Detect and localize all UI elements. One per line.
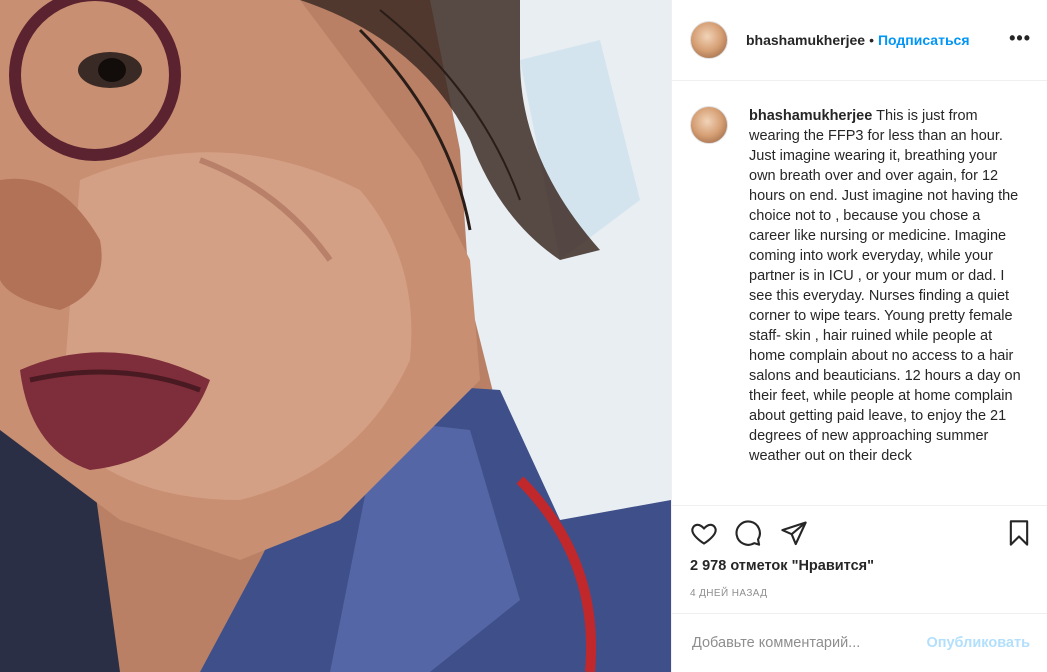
post-header: bhashamukherjee • Подписаться ••• (672, 0, 1047, 81)
follow-button[interactable]: Подписаться (878, 32, 970, 48)
photo-illustration (0, 0, 671, 672)
post-photo[interactable] (0, 0, 671, 672)
caption-text-block: bhashamukherjee This is just from wearin… (749, 96, 1024, 466)
caption-body: This is just from wearing the FFP3 for l… (749, 108, 1021, 464)
separator-dot: • (869, 32, 874, 48)
more-options-icon[interactable]: ••• (1009, 28, 1031, 49)
likes-count[interactable]: 2 978 отметок "Нравится" (690, 558, 874, 574)
share-icon[interactable] (780, 519, 808, 552)
caption-username-link[interactable]: bhashamukherjee (749, 108, 872, 124)
add-comment-bar: Опубликовать (672, 613, 1047, 672)
username-link[interactable]: bhashamukherjee (746, 32, 865, 48)
avatar[interactable] (690, 21, 728, 59)
post-sidebar: bhashamukherjee • Подписаться ••• bhasha… (671, 0, 1047, 672)
heart-icon[interactable] (690, 519, 718, 552)
comment-icon[interactable] (734, 519, 762, 552)
caption-avatar[interactable] (690, 106, 728, 144)
comment-input[interactable] (690, 634, 914, 652)
actions-bar: 2 978 отметок "Нравится" 4 дней назад (672, 505, 1047, 613)
caption: bhashamukherjee This is just from wearin… (690, 96, 1031, 466)
comments-section[interactable]: bhashamukherjee This is just from wearin… (672, 96, 1047, 504)
publish-button[interactable]: Опубликовать (926, 635, 1030, 651)
post-timestamp[interactable]: 4 дней назад (690, 588, 767, 599)
bookmark-icon[interactable] (1005, 519, 1033, 552)
